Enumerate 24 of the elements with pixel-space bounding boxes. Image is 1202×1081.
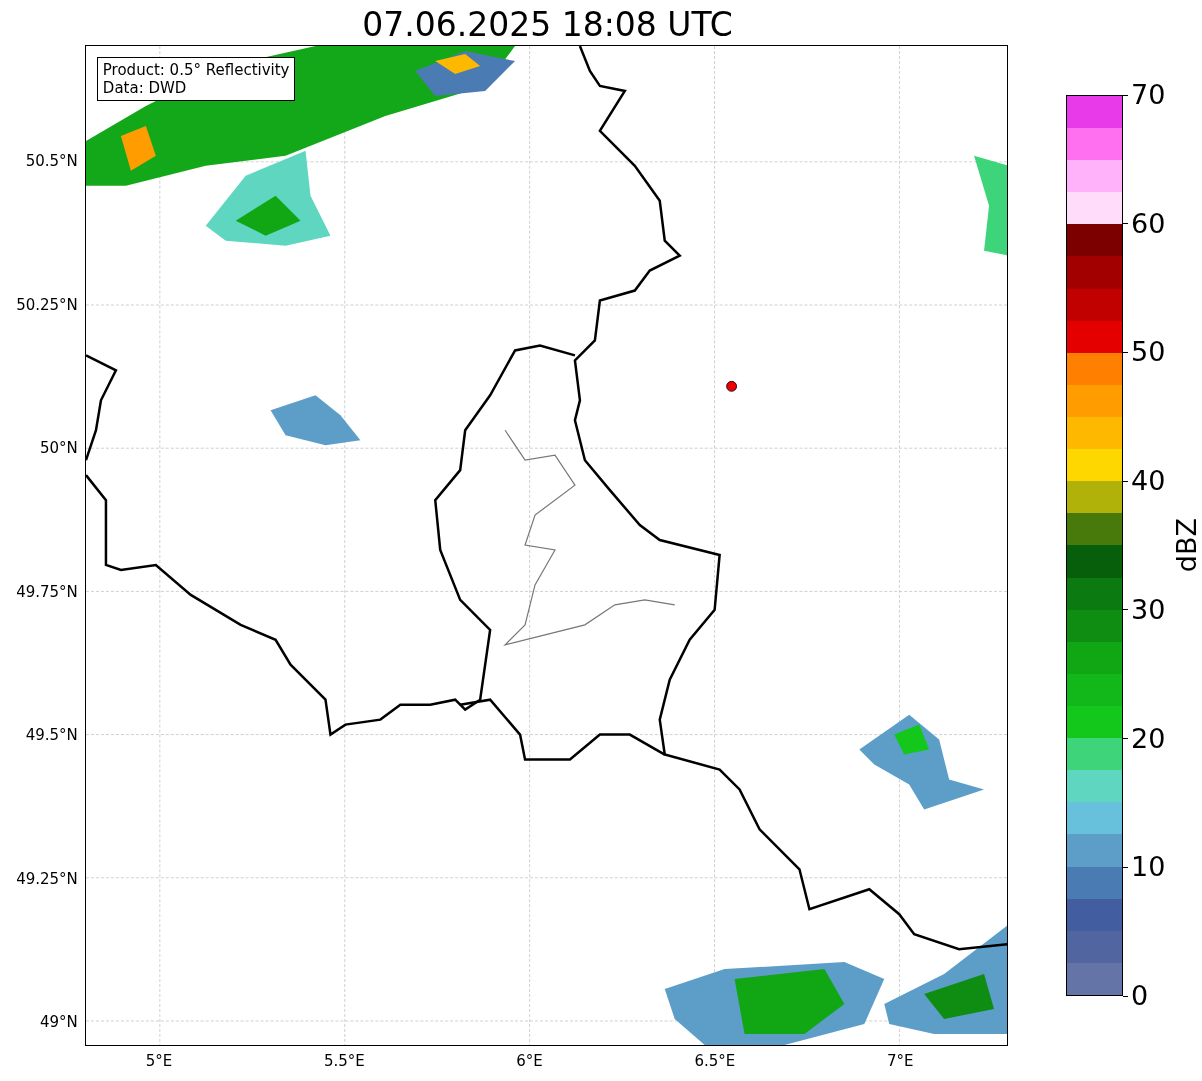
colorbar-tick-label: 10 — [1123, 851, 1166, 884]
longitude-label: 7°E — [886, 1052, 914, 1070]
colorbar-tick-label: 50 — [1123, 336, 1166, 369]
colorbar-tick-label: 70 — [1123, 79, 1166, 111]
info-text: Data: DWD — [102, 79, 188, 97]
latitude-label: 49°N — [40, 1013, 78, 1031]
colorbar-label: dBZ — [1171, 518, 1202, 573]
latitude-label: 49.25°N — [16, 869, 78, 888]
colorbar-tick-label: 40 — [1123, 465, 1166, 498]
longitude-label: 5°E — [145, 1052, 173, 1070]
colorbar-tick-label: 20 — [1123, 722, 1166, 755]
longitude-label: 6.5°E — [694, 1052, 736, 1070]
chart-title: 07.06.2025 18:08 UTC — [362, 5, 733, 45]
longitude-label: 6°E — [516, 1052, 543, 1070]
latitude-label: 50°N — [40, 439, 78, 457]
latitude-label: 50.5°N — [25, 152, 78, 170]
colorbar-tick-label: 30 — [1123, 593, 1166, 626]
latitude-label: 49.5°N — [25, 726, 78, 744]
info-text: Product: 0.5° Reflectivity — [102, 61, 290, 79]
latitude-label: 49.75°N — [16, 582, 78, 601]
longitude-label: 5.5°E — [323, 1052, 365, 1070]
latitude-label: 50.25°N — [16, 295, 78, 314]
colorbar-tick-label: 60 — [1123, 207, 1166, 240]
colorbar-tick-label: 0 — [1123, 980, 1149, 1012]
